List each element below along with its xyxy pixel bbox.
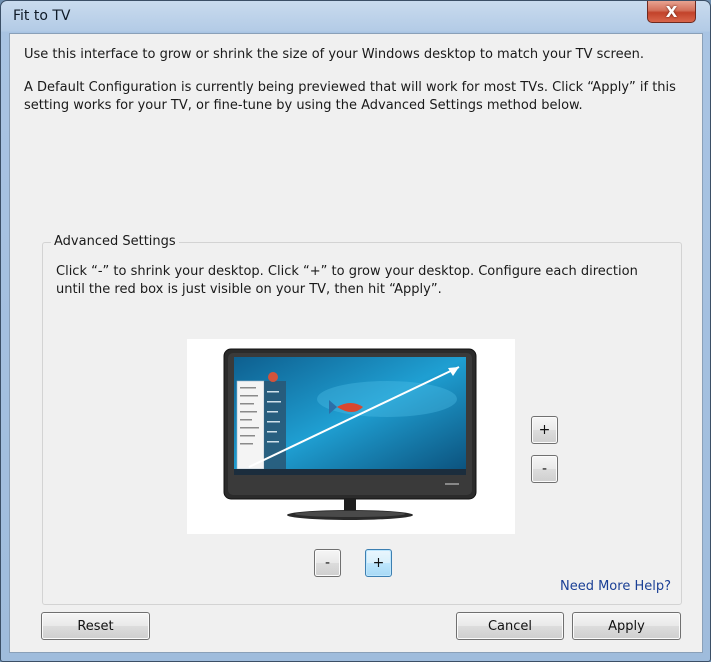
reset-button[interactable]: Reset xyxy=(41,612,150,640)
vertical-grow-button[interactable]: + xyxy=(531,416,558,444)
window-title: Fit to TV xyxy=(13,8,71,24)
apply-button[interactable]: Apply xyxy=(572,612,681,640)
intro-paragraph-2: A Default Configuration is currently bei… xyxy=(24,80,676,113)
tv-illustration xyxy=(223,348,477,520)
dialog-body: Use this interface to grow or shrink the… xyxy=(9,33,703,653)
intro-paragraph-1: Use this interface to grow or shrink the… xyxy=(24,47,644,62)
title-bar[interactable]: Fit to TV X xyxy=(1,1,710,33)
fit-to-tv-dialog: Fit to TV X Use this interface to grow o… xyxy=(0,0,711,662)
intro-text: Use this interface to grow or shrink the… xyxy=(24,46,684,130)
advanced-settings-legend: Advanced Settings xyxy=(51,233,179,251)
vertical-shrink-button[interactable]: - xyxy=(531,455,558,483)
advanced-settings-description: Click “-” to shrink your desktop. Click … xyxy=(56,264,638,297)
need-more-help-link[interactable]: Need More Help? xyxy=(560,579,671,594)
horizontal-grow-button[interactable]: + xyxy=(365,549,392,577)
horizontal-shrink-button[interactable]: - xyxy=(314,549,341,577)
close-icon: X xyxy=(665,2,678,21)
tv-preview-image xyxy=(187,339,515,534)
advanced-settings-group: Advanced Settings Click “-” to shrink yo… xyxy=(42,233,682,605)
cancel-button[interactable]: Cancel xyxy=(456,612,564,640)
close-button[interactable]: X xyxy=(647,1,696,23)
